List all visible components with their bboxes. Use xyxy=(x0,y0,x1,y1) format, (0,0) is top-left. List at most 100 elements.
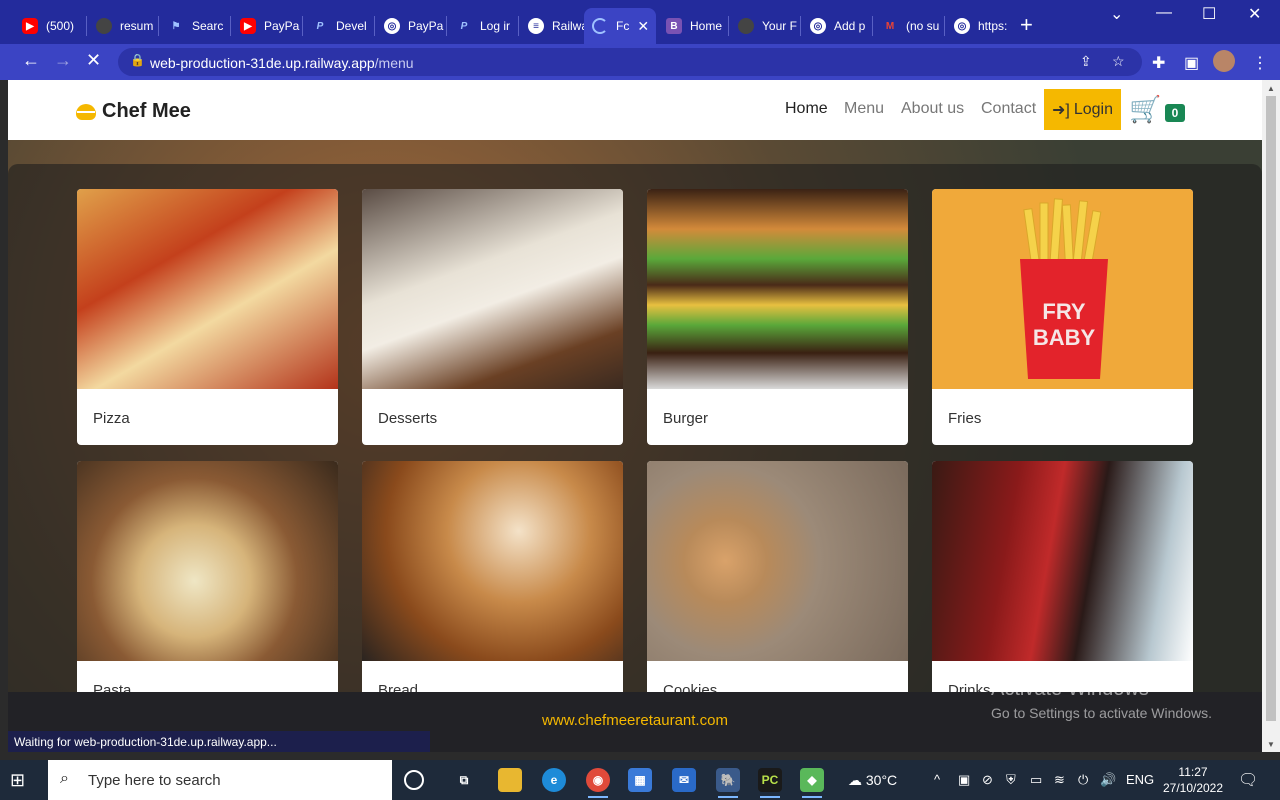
browser-tab[interactable]: ◎ PayPa xyxy=(376,8,446,44)
browser-tab[interactable]: ◎ https: xyxy=(946,8,1016,44)
volume-icon[interactable]: 🔊 xyxy=(1100,772,1116,788)
task-view-icon[interactable]: ⧉ xyxy=(452,768,476,792)
nav-home[interactable]: Home xyxy=(785,100,828,118)
menu-card-fries[interactable]: FRY BABY Fries xyxy=(932,189,1193,445)
browser-tab[interactable]: ≡ Railwa xyxy=(520,8,584,44)
more-menu-icon[interactable]: ⋮ xyxy=(1252,53,1268,73)
browser-tab[interactable]: ▶ (500) xyxy=(14,8,86,44)
postgresql-icon[interactable]: 🐘 xyxy=(716,768,740,798)
burger-image xyxy=(647,189,908,389)
browser-tab[interactable]: P Devel xyxy=(304,8,374,44)
github-icon xyxy=(738,18,754,34)
app-icon[interactable]: ◆ xyxy=(800,768,824,798)
pasta-image xyxy=(77,461,338,661)
login-button[interactable]: ➜] Login xyxy=(1044,89,1121,130)
tab-search-chevron-icon[interactable]: ⌄ xyxy=(1110,4,1123,24)
railway-icon: ≡ xyxy=(528,18,544,34)
browser-tab-active[interactable]: Fc ✕ xyxy=(584,8,656,44)
share-icon[interactable]: ⇪ xyxy=(1080,53,1092,70)
tray-app-icon[interactable]: ▣ xyxy=(958,772,970,788)
menu-card-pasta[interactable]: Pasta xyxy=(77,461,338,717)
activate-windows-watermark: Activate Windows Go to Settings to activ… xyxy=(991,678,1212,721)
shopping-cart-icon: 🛒 xyxy=(1129,94,1162,124)
nav-about[interactable]: About us xyxy=(901,100,964,118)
close-window-button[interactable]: ✕ xyxy=(1248,4,1261,24)
svg-text:FRY: FRY xyxy=(1042,299,1086,324)
nav-menu[interactable]: Menu xyxy=(844,100,884,118)
site-header: Chef Mee Home Menu About us Contact ➜] L… xyxy=(8,80,1262,140)
bread-image xyxy=(362,461,623,661)
minimize-button[interactable]: — xyxy=(1156,4,1172,22)
pycharm-icon[interactable]: PC xyxy=(758,768,782,798)
power-icon[interactable]: ⏻ xyxy=(1078,772,1088,788)
youtube-icon: ▶ xyxy=(240,18,256,34)
profile-avatar[interactable] xyxy=(1213,50,1235,72)
microsoft-store-icon[interactable]: ▦ xyxy=(628,768,652,792)
scroll-down-arrow-icon[interactable]: ▼ xyxy=(1267,740,1275,749)
network-off-icon[interactable]: ⊘ xyxy=(982,772,993,788)
wifi-icon[interactable]: ≋ xyxy=(1054,772,1065,788)
scrollbar-thumb[interactable] xyxy=(1266,96,1276,721)
browser-tab[interactable]: ⚑ Searc xyxy=(160,8,230,44)
svg-text:BABY: BABY xyxy=(1033,325,1096,350)
browser-tab[interactable]: B Home xyxy=(658,8,728,44)
url-text[interactable]: web-production-31de.up.railway.app/menu xyxy=(150,55,414,71)
language-indicator[interactable]: ENG xyxy=(1126,772,1154,787)
extensions-puzzle-icon[interactable]: ✚ xyxy=(1152,53,1165,73)
menu-card-pizza[interactable]: Pizza xyxy=(77,189,338,445)
bootstrap-icon: B xyxy=(666,18,682,34)
cloud-icon: ☁ xyxy=(848,772,862,788)
address-bar[interactable]: 🔒 web-production-31de.up.railway.app/men… xyxy=(118,48,1142,76)
edge-icon[interactable]: e xyxy=(542,768,566,792)
mail-icon[interactable]: ✉ xyxy=(672,768,696,792)
brand-logo[interactable]: Chef Mee xyxy=(76,100,191,123)
cart-count-badge: 0 xyxy=(1165,104,1185,122)
new-tab-button[interactable]: + xyxy=(1020,12,1033,38)
battery-icon[interactable]: ▭ xyxy=(1030,772,1042,788)
chrome-icon[interactable]: ◉ xyxy=(586,768,610,798)
windows-start-icon[interactable]: ⊞ xyxy=(10,770,25,791)
browser-tab[interactable]: Your F xyxy=(730,8,800,44)
close-tab-icon[interactable]: ✕ xyxy=(637,18,649,35)
scroll-up-arrow-icon[interactable]: ▲ xyxy=(1267,84,1275,93)
browser-tab[interactable]: ◎ Add p xyxy=(802,8,872,44)
search-icon: ⌕ xyxy=(60,770,69,787)
cortana-icon[interactable] xyxy=(404,770,424,790)
browser-status-bubble: Waiting for web-production-31de.up.railw… xyxy=(8,731,430,752)
stop-loading-icon[interactable]: ✕ xyxy=(86,50,101,71)
menu-card-bread[interactable]: Bread xyxy=(362,461,623,717)
bookmark-star-icon[interactable]: ☆ xyxy=(1112,53,1125,70)
sign-in-icon: ➜] xyxy=(1051,101,1070,119)
weather-widget[interactable]: ☁ 30°C xyxy=(848,772,897,789)
menu-card-desserts[interactable]: Desserts xyxy=(362,189,623,445)
flag-icon: ⚑ xyxy=(171,20,181,32)
lock-icon[interactable]: 🔒 xyxy=(130,53,145,67)
browser-tab[interactable]: P Log ir xyxy=(448,8,518,44)
security-icon[interactable]: ⛨ xyxy=(1006,772,1016,788)
forward-arrow-icon[interactable]: → xyxy=(54,50,72,71)
gmail-icon: M xyxy=(885,20,895,32)
globe-icon: ◎ xyxy=(954,18,970,34)
cookies-image xyxy=(647,461,908,661)
browser-tab[interactable]: resum xyxy=(88,8,158,44)
maximize-button[interactable]: ☐ xyxy=(1202,4,1216,24)
menu-card-burger[interactable]: Burger xyxy=(647,189,908,445)
nav-contact[interactable]: Contact xyxy=(981,100,1036,118)
paypal-icon: P xyxy=(316,20,324,32)
page-scrollbar[interactable]: ▲ ▼ xyxy=(1262,80,1280,752)
notification-icon[interactable]: 🗨 xyxy=(1238,770,1258,790)
menu-card-cookies[interactable]: Cookies xyxy=(647,461,908,717)
youtube-icon: ▶ xyxy=(22,18,38,34)
tray-chevron-icon[interactable]: ^ xyxy=(934,772,940,787)
side-panel-icon[interactable]: ▣ xyxy=(1184,53,1199,73)
paypal-icon: P xyxy=(460,20,468,32)
taskbar-search-box[interactable]: ⌕ Type here to search xyxy=(48,760,392,800)
pizza-image xyxy=(77,189,338,389)
taskbar-clock[interactable]: 11:27 27/10/2022 xyxy=(1160,764,1226,796)
cart-button[interactable]: 🛒 0 xyxy=(1129,94,1189,124)
back-arrow-icon[interactable]: ← xyxy=(22,50,40,71)
browser-tab[interactable]: ▶ PayPa xyxy=(232,8,302,44)
file-explorer-icon[interactable] xyxy=(498,768,522,792)
drinks-image xyxy=(932,461,1193,661)
browser-tab[interactable]: M (no su xyxy=(874,8,944,44)
